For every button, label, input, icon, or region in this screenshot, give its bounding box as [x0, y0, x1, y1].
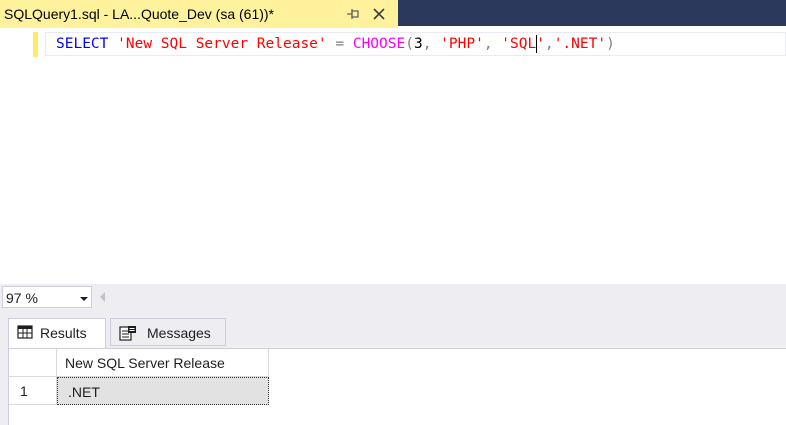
grid-select-all-corner[interactable]: [9, 349, 57, 377]
results-pane: Results Messages New SQL Server Release …: [0, 310, 786, 425]
scroll-left-icon[interactable]: [100, 292, 105, 302]
grid-icon: [17, 325, 33, 339]
pin-icon[interactable]: [345, 7, 361, 21]
sql-code-line[interactable]: SELECT 'New SQL Server Release' = CHOOSE…: [56, 35, 615, 53]
column-header-label: New SQL Server Release: [65, 355, 225, 371]
grid-cell[interactable]: .NET: [57, 377, 269, 405]
tab-messages-label: Messages: [147, 325, 211, 341]
sql-comma: ,: [544, 36, 554, 52]
column-header[interactable]: New SQL Server Release: [57, 349, 269, 377]
sql-function-choose: CHOOSE: [352, 36, 406, 52]
text-caret: [536, 35, 537, 53]
zoom-value: 97 %: [6, 290, 38, 306]
grid-cell-value: .NET: [68, 384, 100, 400]
zoom-dropdown[interactable]: 97 %: [2, 286, 92, 308]
close-icon[interactable]: [371, 6, 387, 22]
sql-keyword-select: SELECT: [56, 36, 109, 52]
results-grid[interactable]: New SQL Server Release 1 .NET: [8, 348, 786, 425]
chevron-down-icon[interactable]: [80, 297, 88, 301]
tab-messages[interactable]: Messages: [110, 318, 226, 346]
sql-string-php: 'PHP': [440, 36, 484, 52]
messages-icon: [119, 325, 136, 341]
sql-number-index: 3: [413, 36, 423, 52]
tab-results[interactable]: Results: [8, 318, 106, 348]
sql-comma: ,: [422, 36, 441, 52]
sql-close-paren: ): [606, 36, 615, 52]
sql-string-sql: 'SQL': [501, 36, 545, 52]
sql-string-alias: 'New SQL Server Release': [117, 36, 327, 52]
document-tab-strip: SQLQuery1.sql - LA...Quote_Dev (sa (61))…: [0, 0, 786, 28]
row-header[interactable]: 1: [9, 377, 57, 405]
document-tab[interactable]: SQLQuery1.sql - LA...Quote_Dev (sa (61))…: [0, 0, 398, 28]
unsaved-change-indicator: [33, 32, 38, 57]
sql-string-net: '.NET': [553, 36, 607, 52]
tab-results-label: Results: [40, 325, 87, 341]
editor-status-bar: 97 %: [0, 284, 786, 310]
editor-selection-margin: [0, 28, 24, 284]
sql-comma: ,: [483, 36, 502, 52]
row-number: 1: [20, 383, 28, 399]
sql-operator-equals: =: [326, 36, 353, 52]
query-editor[interactable]: SELECT 'New SQL Server Release' = CHOOSE…: [0, 28, 786, 284]
sql-open-paren: (: [405, 36, 414, 52]
document-tab-title: SQLQuery1.sql - LA...Quote_Dev (sa (61))…: [4, 6, 274, 22]
